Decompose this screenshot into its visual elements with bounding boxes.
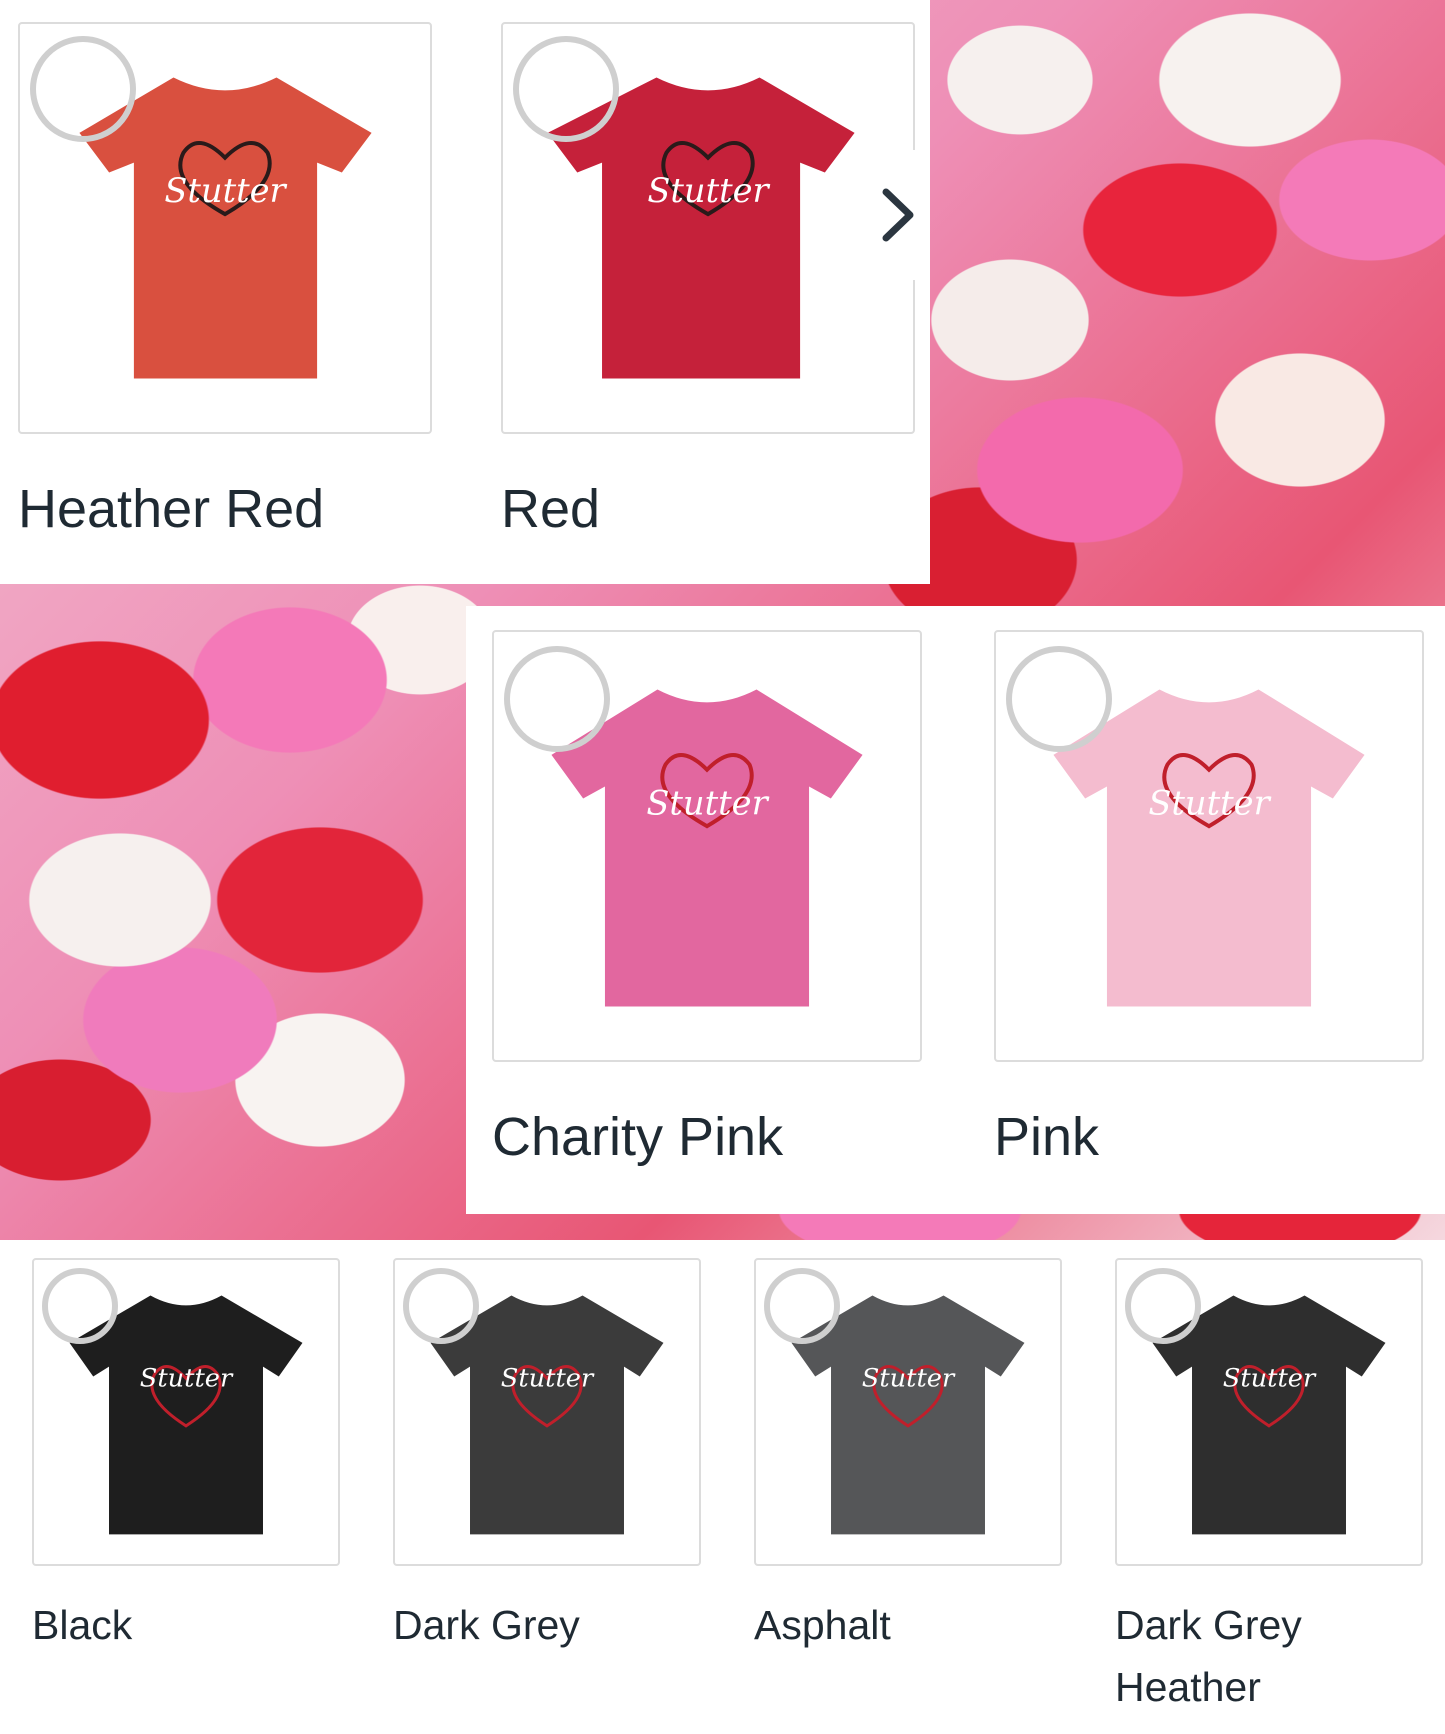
swatch-label-charity-pink: Charity Pink [492,1107,784,1167]
radio-circle-icon[interactable] [42,1268,118,1344]
swatch-card-red[interactable]: Stutter [501,22,915,434]
top-swatch-panel: Stutter Stutter Heather Red Red [0,0,930,584]
swatch-label-asphalt: Asphalt [754,1602,891,1648]
radio-circle-icon[interactable] [513,36,619,142]
svg-text:Stutter: Stutter [646,783,769,822]
swatch-label-dark-grey: Dark Grey [393,1602,580,1648]
bottom-swatch-panel: Stutter Stutter Stutter Stutter Black Da… [0,1240,1445,1734]
swatch-label-pink: Pink [994,1107,1100,1167]
chevron-right-icon [882,188,914,242]
radio-circle-icon[interactable] [1125,1268,1201,1344]
svg-text:Stutter: Stutter [647,171,770,210]
swatch-card-heather-red[interactable]: Stutter [18,22,432,434]
swatch-card-pink[interactable]: Stutter [994,630,1424,1062]
swatch-card-dark-grey[interactable]: Stutter [393,1258,701,1566]
radio-circle-icon[interactable] [30,36,136,142]
radio-circle-icon[interactable] [403,1268,479,1344]
swatch-card-black[interactable]: Stutter [32,1258,340,1566]
swatch-card-dark-grey-heather[interactable]: Stutter [1115,1258,1423,1566]
swatch-card-asphalt[interactable]: Stutter [754,1258,1062,1566]
shirt-body [551,689,863,1007]
svg-text:Stutter: Stutter [1223,1363,1317,1393]
radio-circle-icon[interactable] [764,1268,840,1344]
svg-text:Stutter: Stutter [1148,783,1271,822]
svg-text:Stutter: Stutter [164,171,287,210]
next-button[interactable] [868,150,928,280]
swatch-label-heather-red: Heather Red [18,479,325,539]
shirt-body [1053,689,1365,1007]
radio-circle-icon[interactable] [504,646,610,752]
swatch-card-charity-pink[interactable]: Stutter [492,630,922,1062]
svg-text:Stutter: Stutter [862,1363,956,1393]
swatch-label-red: Red [501,479,601,539]
swatch-label-black: Black [32,1602,133,1648]
radio-circle-icon[interactable] [1006,646,1112,752]
swatch-label-dark-grey-heather: Dark Grey Heather [1115,1602,1302,1710]
svg-text:Stutter: Stutter [140,1363,234,1393]
middle-swatch-panel: Stutter Stutter Charity Pink Pink [466,606,1445,1214]
svg-text:Stutter: Stutter [501,1363,595,1393]
